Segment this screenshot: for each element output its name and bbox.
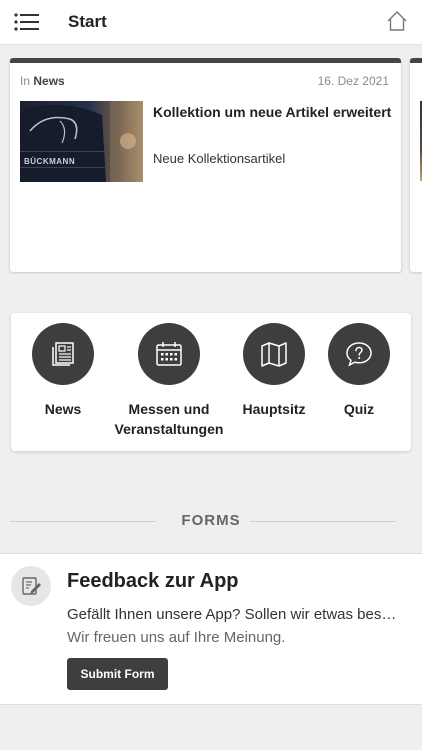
menu-list-icon[interactable] <box>14 12 40 32</box>
shortcut-quiz-circle[interactable] <box>328 323 390 385</box>
news-card[interactable]: In News 16. Dez 2021 BÜCKMANN Kollektion… <box>10 58 401 272</box>
question-bubble-icon <box>346 342 372 367</box>
shortcut-quiz[interactable]: Quiz <box>328 323 390 419</box>
shortcut-events-circle[interactable] <box>138 323 200 385</box>
form-card: Feedback zur App Gefällt Ihnen unsere Ap… <box>0 553 422 705</box>
form-title: Feedback zur App <box>67 570 239 592</box>
shortcut-events-label: Messen und Veranstaltungen <box>114 401 224 437</box>
calendar-icon <box>156 342 182 366</box>
newspaper-icon <box>52 342 74 366</box>
shortcut-news[interactable]: News <box>32 323 94 419</box>
forms-section-heading: FORMS <box>0 510 422 532</box>
shortcut-quiz-label: Quiz <box>343 401 375 417</box>
shortcut-news-label: News <box>44 401 82 417</box>
news-subtitle: Neue Kollektionsartikel <box>153 151 286 166</box>
form-description: Gefällt Ihnen unsere App? Sollen wir etw… <box>67 606 402 623</box>
category-name: News <box>33 74 65 88</box>
edit-form-icon <box>22 577 41 595</box>
shortcut-news-circle[interactable] <box>32 323 94 385</box>
card-category: In News <box>20 74 65 88</box>
shortcut-panel: News Messen und Veranstaltungen Hauptsit… <box>11 313 411 451</box>
home-icon[interactable] <box>386 10 408 32</box>
form-subtext: Wir freuen uns auf Ihre Meinung. <box>67 629 286 646</box>
card-date: 16. Dez 2021 <box>317 74 389 88</box>
news-thumbnail: BÜCKMANN <box>20 101 143 182</box>
submit-form-button[interactable]: Submit Form <box>67 658 168 690</box>
shortcut-headquarters-circle[interactable] <box>243 323 305 385</box>
thumbnail-image: BÜCKMANN <box>20 101 143 182</box>
page-title: Start <box>68 12 107 31</box>
category-prefix: In <box>20 74 31 88</box>
map-icon <box>261 342 287 367</box>
shortcut-headquarters[interactable]: Hauptsitz <box>236 323 312 419</box>
shortcut-headquarters-label: Hauptsitz <box>242 401 306 417</box>
next-news-card[interactable] <box>410 58 422 272</box>
form-icon-circle <box>11 566 51 606</box>
news-carousel[interactable]: In News 16. Dez 2021 BÜCKMANN Kollektion… <box>0 58 422 274</box>
divider-right <box>250 521 396 522</box>
top-bar: Start <box>0 0 422 45</box>
shortcut-events[interactable]: Messen und Veranstaltungen <box>114 323 224 439</box>
news-title[interactable]: Kollektion um neue Artikel erweitert <box>153 103 393 121</box>
thumbnail-brand: BÜCKMANN <box>24 157 75 166</box>
